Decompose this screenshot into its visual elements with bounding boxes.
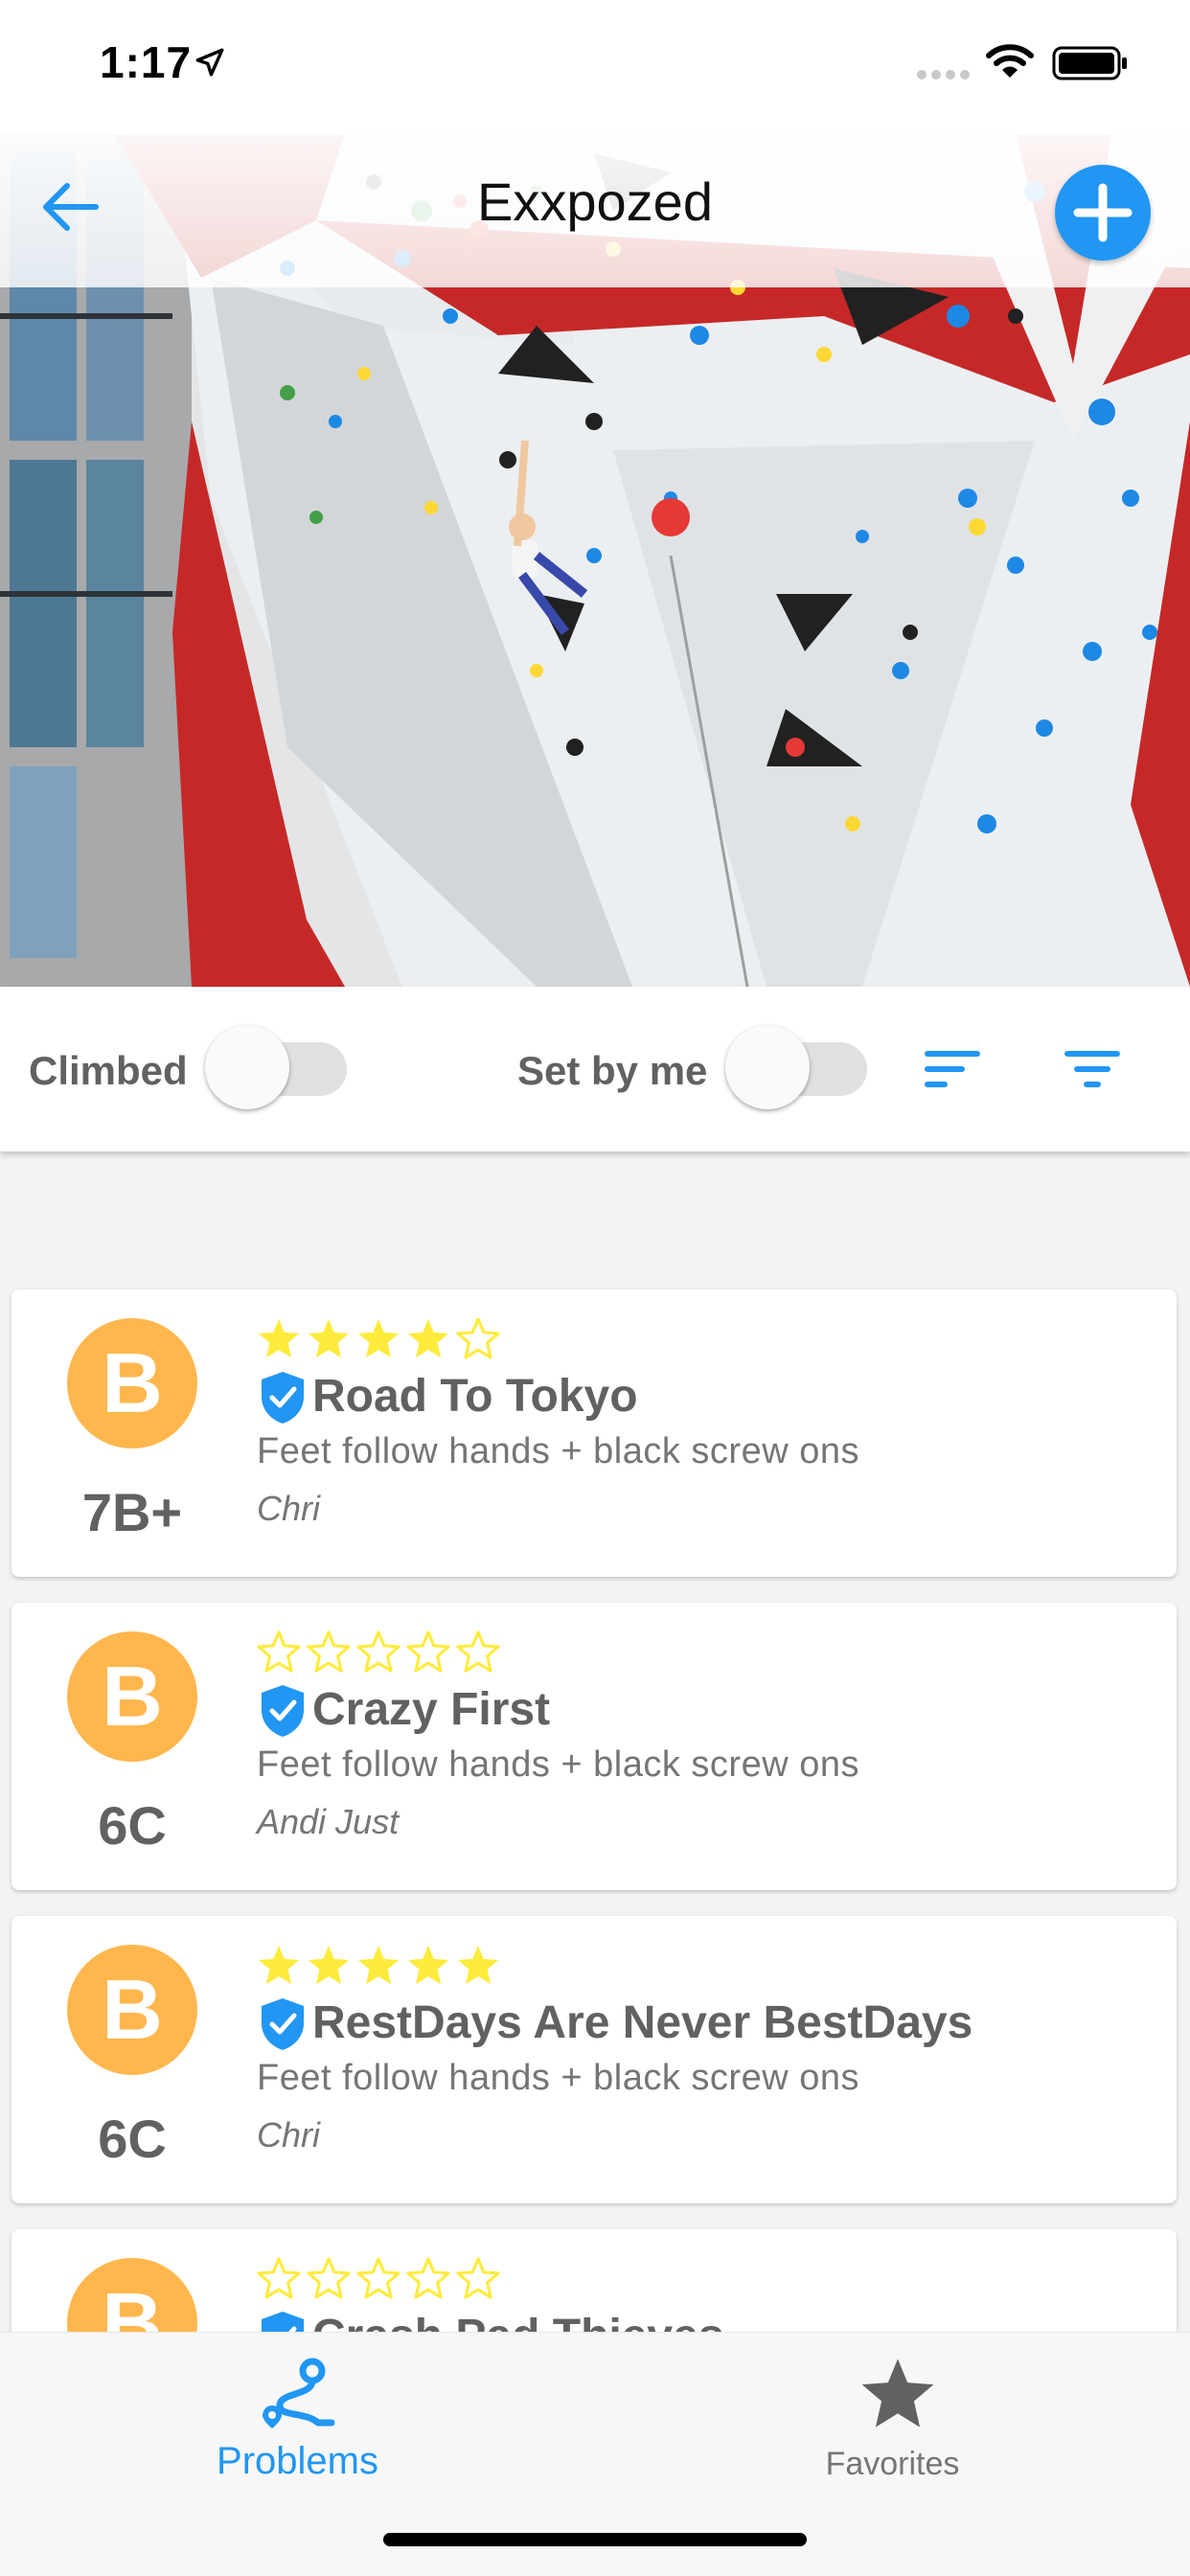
star-filled-icon: [308, 1318, 350, 1358]
nav-tab-favorites[interactable]: Favorites: [595, 2333, 1190, 2496]
filter-icon[interactable]: [1064, 1046, 1121, 1092]
toggle-knob: [725, 1025, 810, 1109]
status-bar: 1:17: [0, 0, 1190, 134]
star-outline-icon: [456, 2257, 500, 2299]
star-filled-icon: [457, 1945, 499, 1985]
rating-stars: [257, 1943, 500, 1987]
problem-name: Road To Tokyo: [312, 1371, 638, 1422]
battery-icon: [1052, 46, 1127, 80]
star-outline-icon: [356, 1630, 400, 1673]
problem-setter: Andi Just: [257, 1802, 400, 1841]
climbed-toggle[interactable]: [205, 1025, 351, 1113]
problem-grade: 6C: [98, 2109, 167, 2169]
nav-label-favorites: Favorites: [825, 2446, 960, 2482]
page-title: Exxpozed: [477, 171, 713, 232]
problem-type-badge: B: [67, 1945, 197, 2075]
climbed-label: Climbed: [29, 1048, 188, 1093]
rating-stars: [257, 1630, 500, 1674]
set-by-me-label: Set by me: [517, 1048, 708, 1093]
star-filled-icon: [258, 1945, 300, 1985]
filter-bar: Climbed Set by me: [0, 987, 1190, 1151]
star-outline-icon: [356, 2257, 400, 2299]
problem-grade: 7B+: [81, 1482, 183, 1542]
problem-type-badge: B: [67, 1318, 197, 1448]
star-filled-icon: [357, 1945, 400, 1985]
star-outline-icon: [456, 1317, 500, 1359]
nav-tab-problems[interactable]: Problems: [0, 2333, 595, 2496]
star-filled-icon: [357, 1318, 400, 1358]
problem-setter: Chri: [257, 2115, 321, 2154]
star-filled-icon: [308, 1945, 350, 1985]
cellular-signal-icon: [917, 70, 970, 80]
route-icon: [263, 2358, 335, 2428]
sort-icon[interactable]: [924, 1046, 981, 1092]
problem-card[interactable]: B 7B+ Road To Tokyo Feet follow hands + …: [11, 1289, 1177, 1577]
plus-icon: [1073, 183, 1133, 242]
verified-shield-icon: [262, 1372, 304, 1424]
star-icon: [861, 2359, 934, 2428]
problem-name: Crazy First: [312, 1684, 551, 1735]
toggle-knob: [205, 1025, 289, 1109]
star-outline-icon: [406, 2257, 450, 2299]
status-time: 1:17: [100, 37, 193, 87]
problem-description: Feet follow hands + black screw ons: [257, 2058, 859, 2098]
rating-stars: [257, 2256, 500, 2300]
star-outline-icon: [257, 1630, 301, 1673]
star-filled-icon: [407, 1318, 449, 1358]
problem-description: Feet follow hands + black screw ons: [257, 1744, 859, 1785]
home-indicator: [383, 2533, 807, 2546]
wifi-icon: [986, 44, 1034, 78]
star-outline-icon: [406, 1630, 450, 1673]
problem-card[interactable]: B 6C RestDays Are Never BestDays Feet fo…: [11, 1916, 1177, 2203]
set-by-me-toggle[interactable]: [725, 1025, 871, 1113]
star-filled-icon: [258, 1318, 300, 1358]
problem-grade: 6C: [98, 1795, 167, 1856]
problem-card[interactable]: B 6C Crazy First Feet follow hands + bla…: [11, 1603, 1177, 1890]
problem-type-badge: B: [67, 1631, 197, 1762]
star-filled-icon: [407, 1945, 449, 1985]
verified-shield-icon: [262, 1685, 304, 1737]
nav-label-problems: Problems: [217, 2440, 378, 2482]
star-outline-icon: [257, 2257, 301, 2299]
star-outline-icon: [307, 1630, 351, 1673]
problem-description: Feet follow hands + black screw ons: [257, 1431, 859, 1471]
star-outline-icon: [456, 1630, 500, 1673]
problem-setter: Chri: [257, 1489, 321, 1528]
location-arrow-icon: [195, 48, 224, 77]
problem-name: RestDays Are Never BestDays: [312, 1997, 973, 2048]
rating-stars: [257, 1316, 500, 1360]
star-outline-icon: [307, 2257, 351, 2299]
verified-shield-icon: [262, 1998, 304, 2050]
add-problem-button[interactable]: [1055, 165, 1151, 261]
